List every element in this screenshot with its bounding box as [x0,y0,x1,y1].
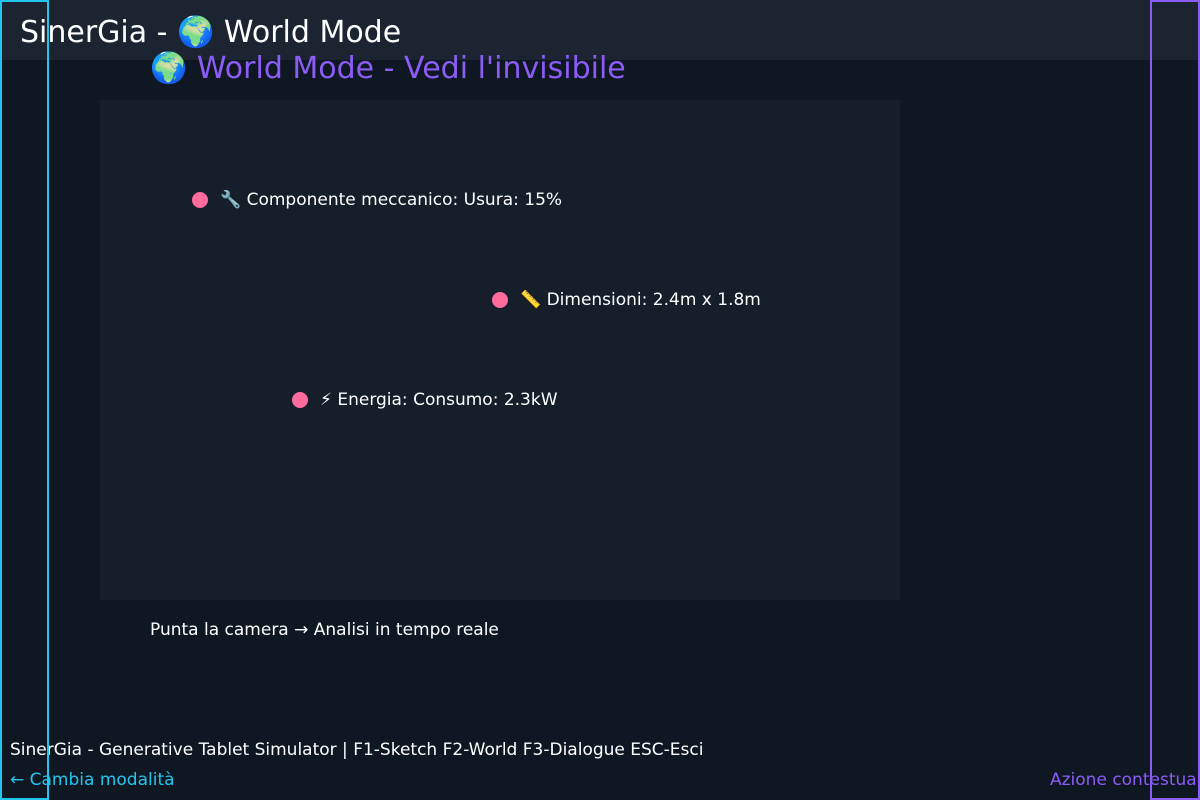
left-edge-swipe-zone[interactable] [0,0,49,800]
hotspot-marker-icon[interactable] [292,392,308,408]
hotspot-dimensions[interactable]: 📏 Dimensioni: 2.4m x 1.8m [492,290,761,310]
hotspot-marker-icon[interactable] [492,292,508,308]
camera-viewport[interactable]: 🔧 Componente meccanico: Usura: 15% 📏 Dim… [100,100,900,600]
right-edge-swipe-zone[interactable] [1150,0,1200,800]
app-title: SinerGia - 🌍 World Mode [20,15,402,50]
hotspot-label: ⚡ Energia: Consumo: 2.3kW [320,390,558,410]
hotspot-marker-icon[interactable] [192,192,208,208]
hotspot-mechanical-component[interactable]: 🔧 Componente meccanico: Usura: 15% [192,190,562,210]
hotspot-label: 🔧 Componente meccanico: Usura: 15% [220,190,563,210]
hotspot-label: 📏 Dimensioni: 2.4m x 1.8m [520,290,761,310]
hotspot-energy[interactable]: ⚡ Energia: Consumo: 2.3kW [292,390,558,410]
app-window: SinerGia - 🌍 World Mode 🌍 World Mode - V… [0,0,1200,800]
status-bar: SinerGia - Generative Tablet Simulator |… [10,740,704,760]
mode-heading: 🌍 World Mode - Vedi l'invisibile [150,51,626,86]
camera-hint: Punta la camera → Analisi in tempo reale [150,620,499,640]
